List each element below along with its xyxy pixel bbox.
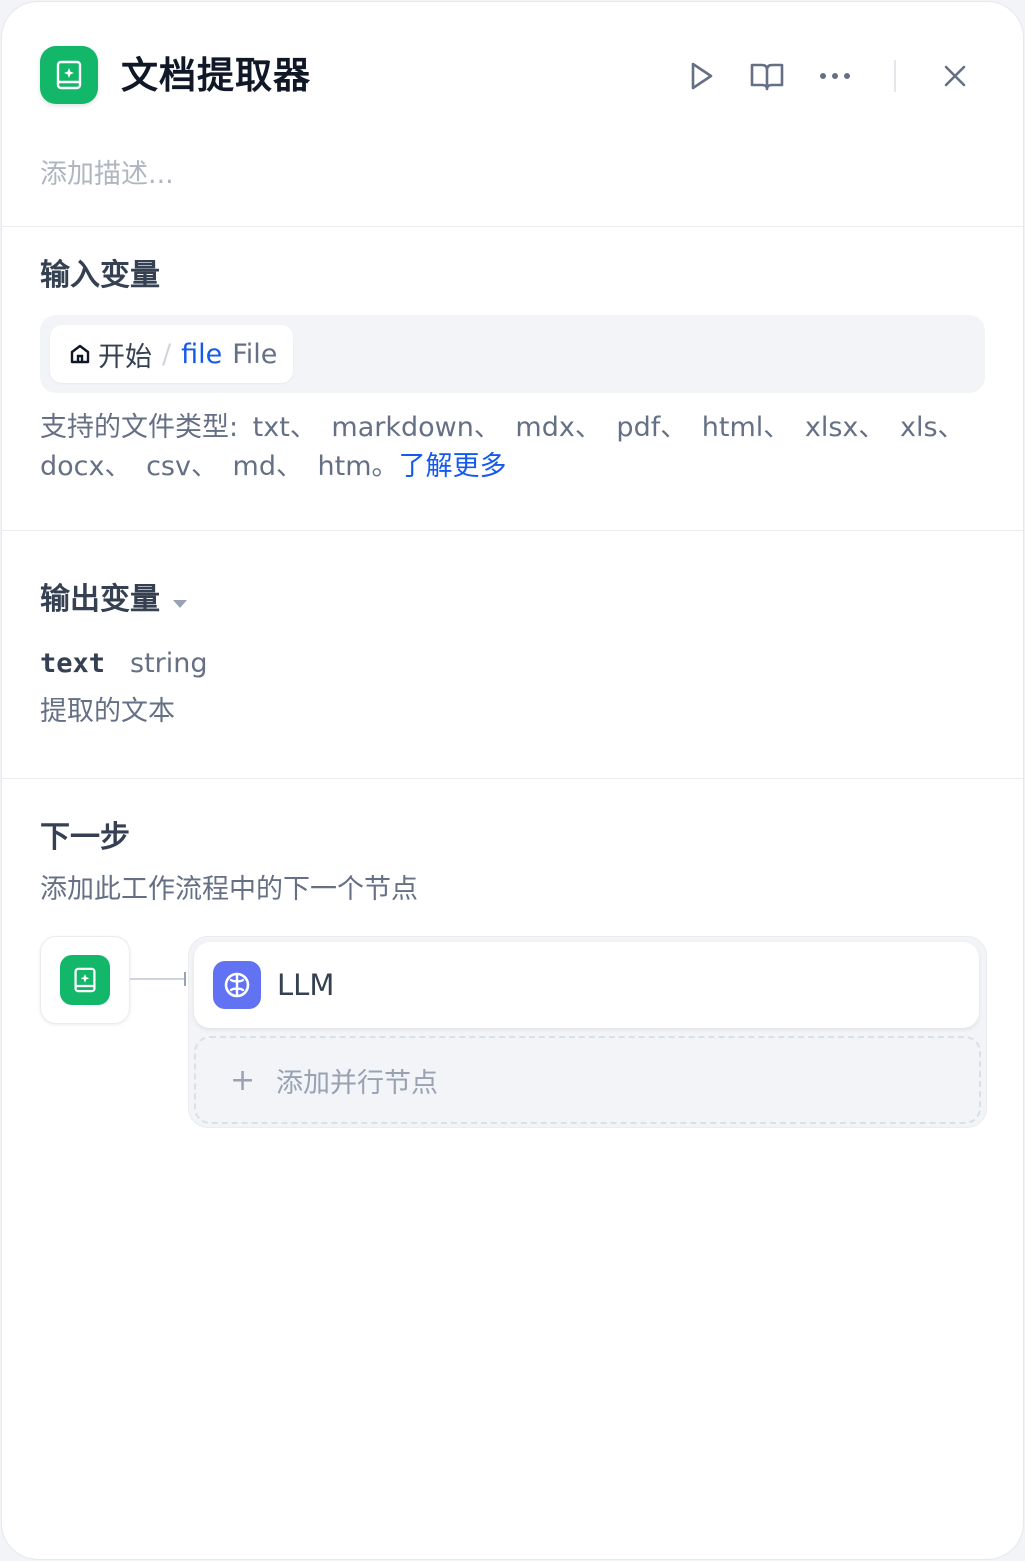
learn-more-link[interactable]: 了解更多 — [399, 451, 507, 482]
toolbar-divider — [894, 60, 896, 92]
input-variable-selector[interactable]: 开始 / file File — [40, 315, 985, 393]
document-extractor-icon — [40, 46, 98, 104]
close-icon[interactable] — [935, 56, 975, 96]
output-variables-title[interactable]: 输出变量 — [40, 578, 188, 623]
next-node-label: LLM — [277, 968, 335, 1002]
variable-chip[interactable]: 开始 / file File — [50, 325, 294, 383]
current-node — [40, 936, 130, 1024]
next-step-title: 下一步 — [40, 820, 130, 855]
section-divider — [2, 530, 1023, 531]
next-step-subtitle: 添加此工作流程中的下一个节点 — [40, 874, 418, 905]
plus-icon: + — [230, 1062, 256, 1098]
home-icon — [68, 342, 92, 366]
caret-down-icon — [172, 579, 188, 623]
node-connector — [130, 978, 186, 980]
llm-brain-icon — [213, 961, 261, 1009]
output-variables-label: 输出变量 — [40, 582, 160, 617]
variable-type: File — [232, 338, 278, 370]
section-divider — [2, 778, 1023, 779]
panel-title[interactable]: 文档提取器 — [121, 52, 311, 100]
description-input[interactable]: 添加描述... — [40, 152, 174, 198]
add-parallel-node-label: 添加并行节点 — [276, 1067, 438, 1099]
book-open-icon[interactable] — [747, 56, 787, 96]
connector-end — [184, 972, 186, 986]
next-nodes-container: LLM + 添加并行节点 — [188, 936, 987, 1128]
variable-node-name: 开始 — [98, 341, 152, 373]
node-config-panel: 文档提取器 添加描述... 输入变量 开始 / file File 支持的文件类… — [2, 2, 1023, 1559]
supported-file-types: 支持的文件类型: txt、 markdown、 mdx、 pdf、 html、 … — [40, 408, 985, 486]
more-horizontal-icon[interactable] — [815, 56, 855, 96]
add-parallel-node-button[interactable]: + 添加并行节点 — [194, 1036, 981, 1124]
output-variable-name: text — [40, 648, 106, 679]
section-divider — [2, 226, 1023, 227]
document-extractor-icon — [60, 955, 110, 1005]
input-variables-title: 输入变量 — [40, 258, 160, 293]
output-variable-description: 提取的文本 — [40, 696, 175, 727]
path-separator: / — [162, 338, 172, 370]
variable-name: file — [181, 338, 223, 370]
output-variable-type: string — [130, 648, 208, 679]
next-node-llm[interactable]: LLM — [194, 942, 979, 1028]
run-icon[interactable] — [681, 56, 721, 96]
